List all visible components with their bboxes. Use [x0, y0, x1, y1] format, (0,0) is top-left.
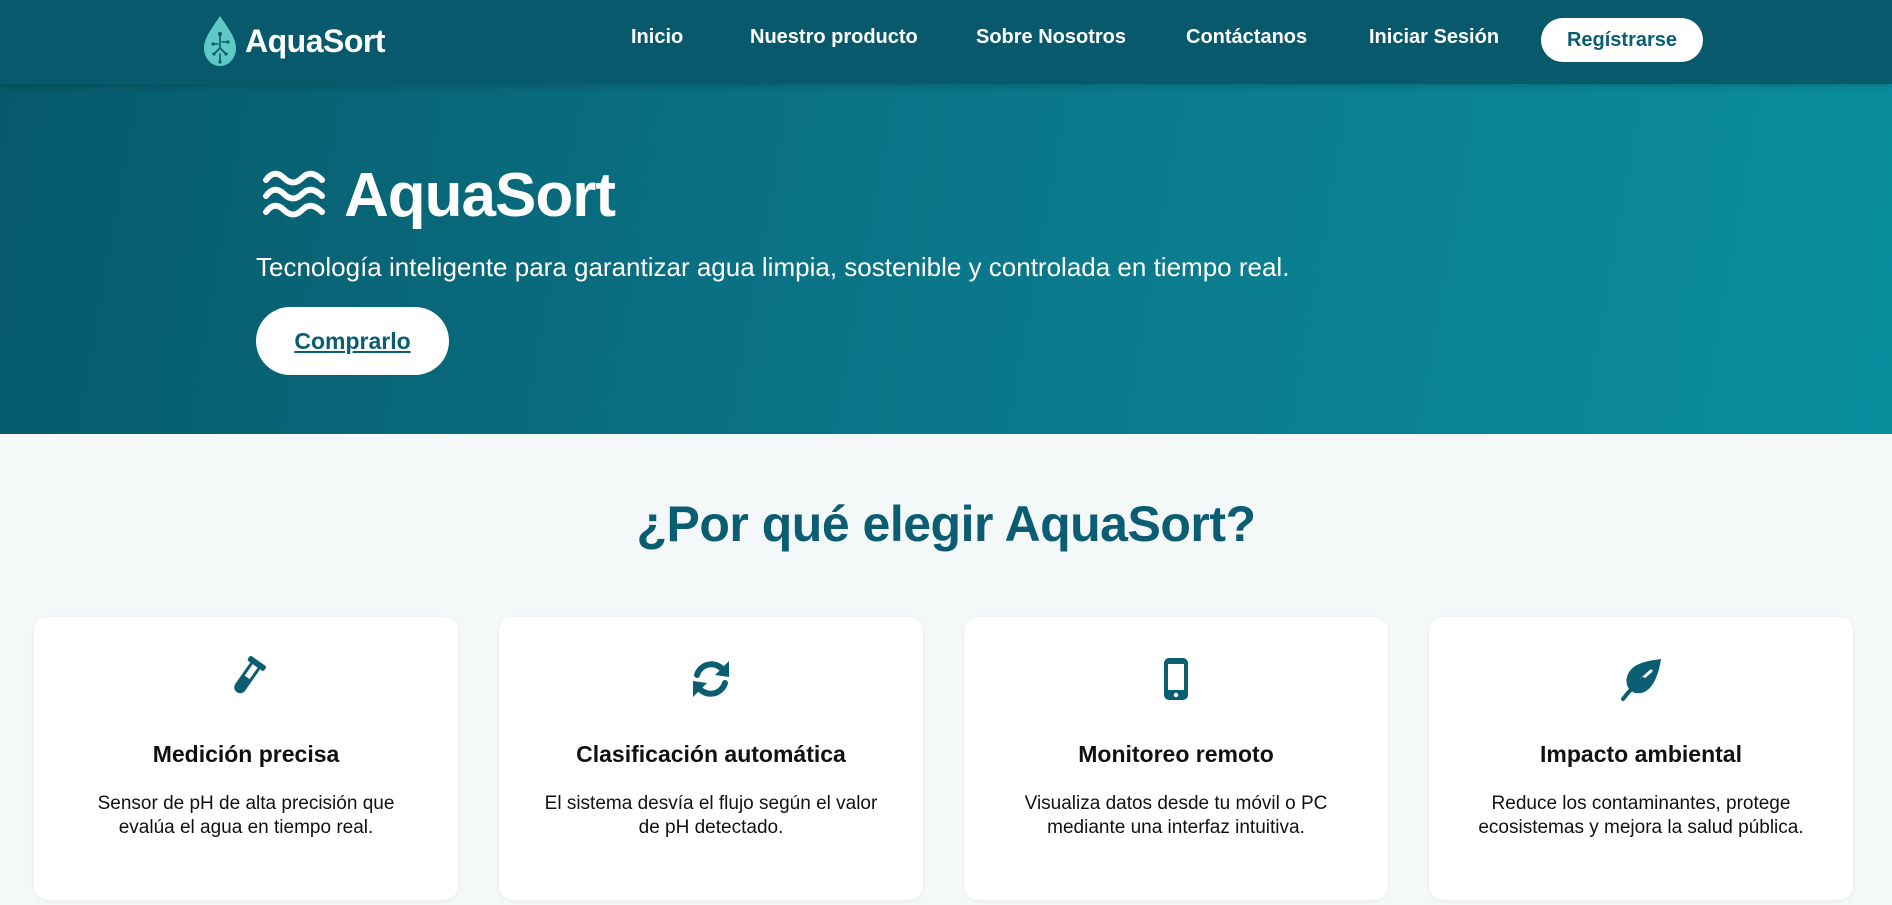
brand[interactable]: AquaSort	[200, 13, 386, 69]
feature-card-impacto: Impacto ambiental Reduce los contaminant…	[1429, 617, 1853, 900]
top-navbar: AquaSort Inicio Nuestro producto Sobre N…	[0, 0, 1892, 84]
sync-icon	[693, 661, 729, 697]
test-tube-icon	[234, 656, 267, 694]
nav-sobre-nosotros[interactable]: Sobre Nosotros	[976, 26, 1126, 49]
waves-icon	[263, 170, 325, 217]
feature-text: Sensor de pH de alta precisión que evalú…	[97, 793, 395, 838]
feature-text: Reduce los contaminantes, protege ecosis…	[1478, 793, 1804, 838]
leaf-icon	[1621, 659, 1661, 701]
brand-name: AquaSort	[245, 22, 386, 59]
feature-title: Medición precisa	[152, 741, 340, 767]
feature-title: Monitoreo remoto	[1078, 741, 1274, 767]
feature-card-clasificacion: Clasificación automática El sistema desv…	[499, 617, 923, 900]
feature-title: Clasificación automática	[576, 741, 846, 767]
hero-subtitle: Tecnología inteligente para garantizar a…	[256, 252, 1290, 282]
feature-text: Visualiza datos desde tu móvil o PC medi…	[1024, 793, 1328, 838]
buy-button[interactable]: Comprarlo	[256, 307, 449, 375]
nav-contactanos[interactable]: Contáctanos	[1186, 26, 1307, 49]
register-button[interactable]: Regístrarse	[1541, 18, 1703, 62]
features-title: ¿Por qué elegir AquaSort?	[636, 496, 1256, 552]
nav-nuestro-producto[interactable]: Nuestro producto	[750, 26, 918, 49]
feature-title: Impacto ambiental	[1540, 741, 1742, 767]
feature-card-monitoreo: Monitoreo remoto Visualiza datos desde t…	[964, 617, 1388, 900]
nav-iniciar-sesion[interactable]: Iniciar Sesión	[1369, 26, 1499, 49]
feature-card-medicion: Medición precisa Sensor de pH de alta pr…	[34, 617, 458, 900]
water-drop-circuit-icon	[204, 16, 236, 66]
hero-section: AquaSort Tecnología inteligente para gar…	[0, 84, 1892, 434]
mobile-icon	[1164, 658, 1188, 700]
hero-title: AquaSort	[344, 161, 616, 230]
nav-inicio[interactable]: Inicio	[631, 26, 683, 49]
hero-heading: AquaSort	[262, 160, 616, 231]
feature-text: El sistema desvía el flujo según el valo…	[544, 793, 878, 838]
